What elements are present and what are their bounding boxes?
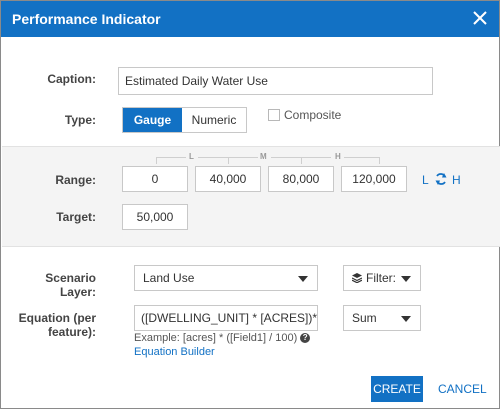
range-input-max[interactable]: 120,000 [341,166,407,192]
performance-indicator-dialog: Performance Indicator Caption: Estimated… [0,0,500,409]
equation-label-line1: Equation (per [18,311,96,325]
range-high-link[interactable]: H [452,173,461,187]
filter-label: Filter: [366,271,396,285]
help-icon[interactable]: ? [300,333,311,343]
close-icon[interactable] [471,9,489,27]
aggregate-value: Sum [352,311,377,325]
range-input-low[interactable]: 40,000 [195,166,261,192]
range-tick-label-low: L [189,152,195,161]
composite-label: Composite [284,108,342,122]
dialog-title: Performance Indicator [12,11,161,27]
target-input[interactable]: 50,000 [122,204,188,230]
dialog-titlebar: Performance Indicator [1,1,499,37]
caption-input[interactable]: Estimated Daily Water Use [118,67,433,95]
scenario-layer-label: Scenario Layer: [45,271,96,299]
chevron-down-icon [298,276,308,282]
refresh-icon[interactable] [434,172,448,186]
aggregate-select[interactable]: Sum [343,305,421,331]
equation-input[interactable]: ([DWELLING_UNIT] * [ACRES])*[WAT [134,305,318,331]
type-label: Type: [64,113,96,127]
type-gauge-option[interactable]: Gauge [123,108,182,132]
equation-builder-link[interactable]: Equation Builder [134,346,215,358]
range-input-min[interactable]: 0 [122,166,188,192]
filter-select[interactable]: Filter: [343,265,421,291]
range-tick-label-high: H [335,152,342,161]
cancel-button[interactable]: CANCEL [438,382,487,396]
target-label: Target: [56,210,96,224]
type-numeric-option[interactable]: Numeric [182,108,246,132]
type-toggle: Gauge Numeric [122,107,247,133]
equation-example-text: Example: [acres] * ([Field1] / 100) [134,332,298,344]
equation-example: Example: [acres] * ([Field1] / 100)? [134,332,311,344]
scenario-layer-value: Land Use [143,271,195,285]
chevron-down-icon [401,316,411,322]
range-label: Range: [55,173,96,187]
composite-checkbox[interactable] [268,109,280,121]
range-tick-label-mid: M [260,152,268,161]
range-input-high[interactable]: 80,000 [268,166,334,192]
caption-label: Caption: [47,72,96,86]
range-low-link[interactable]: L [422,173,429,187]
layers-icon [351,267,363,291]
scenario-layer-select[interactable]: Land Use [134,265,318,291]
chevron-down-icon [401,276,411,282]
equation-label-line2: feature): [47,325,96,339]
create-button[interactable]: CREATE [371,376,423,402]
